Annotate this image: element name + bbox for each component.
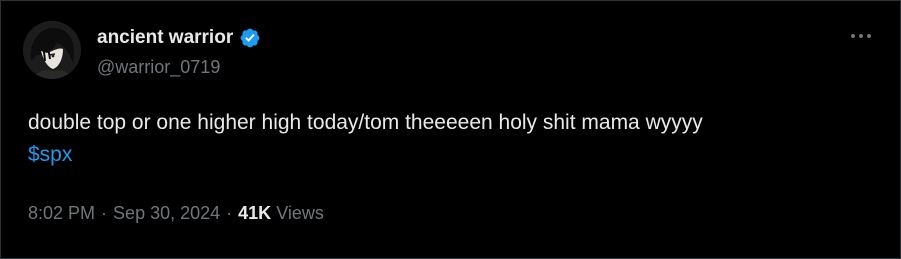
tweet-meta: 8:02 PM · Sep 30, 2024 · 41K Views [28, 203, 324, 224]
more-options-icon [851, 34, 871, 38]
author-handle[interactable]: @warrior_0719 [97, 57, 220, 78]
verified-badge-icon[interactable] [239, 27, 261, 49]
cashtag-link[interactable]: $spx [28, 143, 72, 166]
author-name-row: ancient warrior [97, 25, 261, 51]
more-options-button[interactable] [841, 23, 881, 49]
display-name[interactable]: ancient warrior [97, 27, 233, 49]
meta-separator: · [101, 203, 108, 223]
tweet-card[interactable]: ancient warrior @warrior_0719 double top… [0, 0, 901, 259]
avatar[interactable] [23, 21, 81, 79]
tweet-text-line: double top or one higher high today/tom … [28, 111, 703, 134]
tweet-time[interactable]: 8:02 PM [28, 203, 95, 224]
views-count[interactable]: 41K [238, 203, 271, 224]
tweet-text: double top or one higher high today/tom … [28, 107, 878, 171]
meta-separator: · [226, 203, 233, 223]
avatar-image [23, 21, 81, 79]
views-label[interactable]: Views [276, 203, 324, 224]
tweet-date[interactable]: Sep 30, 2024 [113, 203, 220, 224]
